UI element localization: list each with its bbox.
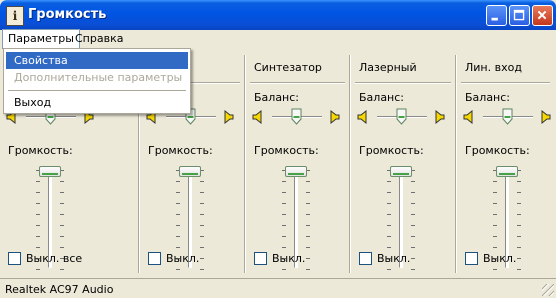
volume-label: Громкость: — [254, 144, 319, 157]
volume-label: Громкость: — [465, 144, 530, 157]
mute-label: Выкл. — [377, 252, 411, 265]
maximize-icon — [513, 9, 525, 21]
volume-ticks-right — [200, 170, 204, 270]
volume-control-window: i Громкость Параметры Справка Громкость:… — [0, 0, 556, 298]
balance-slider-thumb — [396, 108, 407, 128]
speaker-right-icon — [222, 109, 234, 127]
column-separator — [455, 55, 457, 273]
volume-slider-thumb[interactable] — [285, 166, 307, 177]
mute-checkbox[interactable] — [254, 252, 267, 265]
volume-ticks-right — [306, 170, 310, 270]
menu-bar: Параметры Справка — [0, 29, 556, 49]
volume-label: Громкость: — [359, 144, 424, 157]
menu-params[interactable]: Параметры — [2, 29, 80, 49]
menu-separator — [8, 90, 186, 91]
speaker-right-icon — [433, 109, 445, 127]
mute-label: Выкл. все — [26, 252, 83, 265]
device-name: Realtek AC97 Audio — [5, 283, 114, 296]
speaker-left-icon — [357, 109, 369, 127]
maximize-button[interactable] — [509, 5, 530, 26]
header-separator — [355, 82, 451, 84]
minimize-icon — [491, 17, 498, 21]
mute-checkbox[interactable] — [8, 252, 21, 265]
mute-label: Выкл. — [272, 252, 306, 265]
channel-title: Лазерный — [359, 61, 417, 74]
title-bar[interactable]: i Громкость — [0, 0, 556, 30]
menu-item-exit[interactable]: Выход — [6, 94, 188, 111]
resize-grip[interactable] — [542, 284, 554, 296]
menu-help[interactable]: Справка — [70, 30, 128, 48]
mute-checkbox[interactable] — [359, 252, 372, 265]
column-separator — [244, 55, 246, 273]
channel-title: Лин. вход — [465, 61, 522, 74]
speaker-left-icon — [252, 109, 264, 127]
volume-slider-thumb[interactable] — [390, 166, 412, 177]
column-separator — [349, 55, 351, 273]
balance-slider-thumb — [291, 108, 302, 128]
menu-item-properties[interactable]: Свойства — [6, 52, 188, 69]
volume-ticks-right — [517, 170, 521, 270]
volume-slider-thumb[interactable] — [39, 166, 61, 177]
speaker-right-icon — [328, 109, 340, 127]
mute-checkbox[interactable] — [148, 252, 161, 265]
volume-label: Громкость: — [8, 144, 73, 157]
volume-slider-thumb[interactable] — [496, 166, 518, 177]
header-separator — [461, 82, 550, 84]
mute-checkbox[interactable] — [465, 252, 478, 265]
close-button[interactable] — [532, 5, 553, 26]
close-icon — [537, 10, 547, 20]
balance-slider-thumb — [502, 108, 513, 128]
mute-label: Выкл. — [483, 252, 517, 265]
volume-label: Громкость: — [148, 144, 213, 157]
info-icon: i — [6, 6, 24, 26]
balance-label: Баланс: — [359, 91, 405, 104]
minimize-button[interactable] — [486, 5, 507, 26]
volume-slider-thumb[interactable] — [179, 166, 201, 177]
speaker-right-icon — [539, 109, 551, 127]
volume-ticks-right — [411, 170, 415, 270]
header-separator — [250, 82, 345, 84]
params-dropdown-menu: Свойства Дополнительные параметры Выход — [3, 48, 191, 114]
status-bar: Realtek AC97 Audio — [0, 278, 556, 298]
balance-label: Баланс: — [465, 91, 511, 104]
channel-title: Синтезатор — [254, 61, 322, 74]
speaker-left-icon — [463, 109, 475, 127]
balance-label: Баланс: — [254, 91, 300, 104]
window-title: Громкость — [28, 7, 107, 22]
menu-item-advanced: Дополнительные параметры — [14, 71, 183, 84]
mute-label: Выкл. — [166, 252, 200, 265]
